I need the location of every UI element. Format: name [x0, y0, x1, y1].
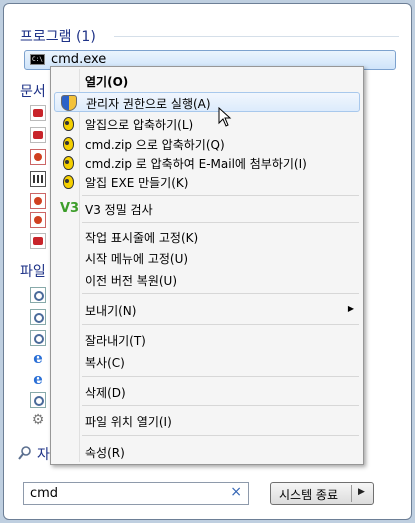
internet-explorer-icon[interactable]: e — [30, 371, 46, 387]
menu-item-send-to[interactable]: 보내기(N) ▶ — [54, 300, 360, 320]
documents-header[interactable]: 문서 — [20, 81, 46, 101]
pdf-file-icon[interactable] — [30, 233, 46, 249]
menu-item-label: 알집으로 압축하기(L) — [85, 118, 194, 132]
v3-antivirus-icon: V3 — [60, 201, 80, 216]
mouse-cursor-icon — [218, 107, 232, 127]
pdf-file-icon[interactable] — [30, 127, 46, 143]
menu-item-label: 파일 위치 열기(I) — [85, 415, 172, 429]
shutdown-divider — [351, 485, 352, 502]
image-document-icon[interactable] — [30, 212, 46, 228]
menu-separator — [82, 293, 359, 294]
alzip-icon — [60, 155, 76, 171]
menu-separator — [82, 435, 359, 436]
menu-item-open[interactable]: 열기(O) — [54, 71, 360, 91]
files-header[interactable]: 파일 — [20, 261, 46, 281]
menu-separator — [82, 222, 359, 223]
menu-item-label: 알집 EXE 만들기(K) — [85, 176, 189, 190]
menu-item-alzip-compress[interactable]: 알집으로 압축하기(L) — [54, 114, 360, 134]
search-file-icon[interactable] — [30, 309, 46, 325]
submenu-arrow-icon: ▶ — [347, 304, 354, 313]
menu-item-label: cmd.zip 으로 압축하기(Q) — [85, 138, 225, 152]
menu-item-label: cmd.zip 로 압축하여 E-Mail에 첨부하기(I) — [85, 157, 307, 171]
search-input[interactable] — [30, 485, 220, 501]
program-result-label: cmd.exe — [51, 52, 107, 67]
spreadsheet-file-icon[interactable] — [30, 171, 46, 187]
internet-explorer-icon[interactable]: e — [30, 350, 46, 366]
search-more-label[interactable]: 자 — [37, 444, 50, 464]
alzip-icon — [60, 116, 76, 132]
menu-item-open-location[interactable]: 파일 위치 열기(I) — [54, 411, 360, 431]
uac-shield-icon — [61, 95, 77, 111]
pdf-file-icon[interactable] — [30, 105, 46, 121]
search-file-icon[interactable] — [30, 287, 46, 303]
context-menu: 열기(O) 관리자 권한으로 실행(A) 알집으로 압축하기(L) cmd.zi… — [50, 66, 364, 465]
menu-item-label: 복사(C) — [85, 356, 125, 370]
menu-item-label: 보내기(N) — [85, 304, 137, 318]
menu-item-label: 관리자 권한으로 실행(A) — [86, 97, 211, 111]
menu-item-compress-email[interactable]: cmd.zip 로 압축하여 E-Mail에 첨부하기(I) — [54, 153, 360, 173]
menu-item-delete[interactable]: 삭제(D) — [54, 382, 360, 402]
search-file-icon[interactable] — [30, 392, 46, 408]
programs-header[interactable]: 프로그램 (1) — [20, 26, 96, 46]
programs-divider — [114, 36, 399, 37]
search-more-icon[interactable] — [18, 445, 32, 460]
menu-item-label: 작업 표시줄에 고정(K) — [85, 231, 199, 245]
menu-item-pin-start[interactable]: 시작 메뉴에 고정(U) — [54, 248, 360, 268]
menu-item-label: 열기(O) — [85, 75, 129, 89]
menu-item-compress-zip[interactable]: cmd.zip 으로 압축하기(Q) — [54, 134, 360, 154]
menu-item-restore-versions[interactable]: 이전 버전 복원(U) — [54, 270, 360, 290]
image-document-icon[interactable] — [30, 193, 46, 209]
menu-separator — [82, 405, 359, 406]
settings-file-icon[interactable]: ⚙ — [30, 412, 46, 428]
search-file-icon[interactable] — [30, 330, 46, 346]
clear-search-icon[interactable]: × — [230, 484, 242, 500]
menu-item-cut[interactable]: 잘라내기(T) — [54, 330, 360, 350]
menu-item-label: 삭제(D) — [85, 386, 126, 400]
alzip-icon — [60, 136, 76, 152]
cmd-icon: C:\ — [30, 54, 45, 65]
menu-item-alzip-exe[interactable]: 알집 EXE 만들기(K) — [54, 172, 360, 192]
menu-item-label: 이전 버전 복원(U) — [85, 274, 178, 288]
menu-item-label: 속성(R) — [85, 446, 125, 460]
shutdown-label: 시스템 종료 — [279, 488, 339, 502]
shutdown-button[interactable]: 시스템 종료 ▶ — [270, 482, 374, 505]
menu-item-label: V3 정밀 검사 — [85, 203, 153, 217]
menu-separator — [82, 195, 359, 196]
menu-item-run-as-admin[interactable]: 관리자 권한으로 실행(A) — [54, 92, 360, 112]
menu-item-properties[interactable]: 속성(R) — [54, 442, 360, 462]
menu-item-copy[interactable]: 복사(C) — [54, 352, 360, 372]
menu-item-pin-taskbar[interactable]: 작업 표시줄에 고정(K) — [54, 227, 360, 247]
image-document-icon[interactable] — [30, 149, 46, 165]
menu-item-v3-scan[interactable]: V3 V3 정밀 검사 — [54, 199, 360, 219]
menu-separator — [82, 376, 359, 377]
menu-separator — [82, 324, 359, 325]
menu-item-label: 시작 메뉴에 고정(U) — [85, 252, 189, 266]
menu-item-label: 잘라내기(T) — [85, 334, 146, 348]
shutdown-options-arrow-icon[interactable]: ▶ — [358, 487, 365, 497]
alzip-icon — [60, 174, 76, 190]
search-box[interactable]: × — [23, 482, 249, 505]
